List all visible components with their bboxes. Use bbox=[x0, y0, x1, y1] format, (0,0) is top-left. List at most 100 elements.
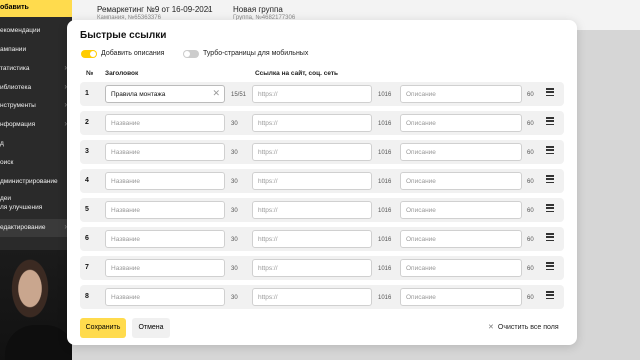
sitelink-row: 8 Название 30 https:// 1016 Описание 60 bbox=[80, 285, 564, 309]
save-button[interactable]: Сохранить bbox=[80, 318, 126, 338]
cancel-button[interactable]: Отмена bbox=[132, 318, 170, 338]
drag-handle-icon[interactable] bbox=[546, 117, 554, 126]
drag-handle-icon[interactable] bbox=[546, 204, 554, 213]
sitelink-url-input[interactable]: https:// bbox=[252, 143, 372, 161]
descriptions-toggle[interactable] bbox=[81, 50, 97, 58]
drag-handle-icon[interactable] bbox=[546, 262, 554, 271]
breadcrumb-group[interactable]: Новая группа bbox=[233, 5, 283, 14]
drag-handle-icon[interactable] bbox=[546, 291, 554, 300]
sitelink-description-input[interactable]: Описание bbox=[400, 172, 522, 190]
sidebar-item-label: оиск bbox=[0, 159, 14, 166]
sitelink-description-input[interactable]: Описание bbox=[400, 259, 522, 277]
sitelink-title-input[interactable]: Название bbox=[105, 143, 225, 161]
description-placeholder: Описание bbox=[406, 265, 436, 272]
clear-all-label: Очистить все поля bbox=[497, 324, 559, 331]
description-char-counter: 60 bbox=[527, 208, 534, 214]
sitelink-description-input[interactable]: Описание bbox=[400, 201, 522, 219]
sitelink-row: 2 Название 30 https:// 1016 Описание 60 bbox=[80, 111, 564, 135]
title-char-counter: 30 bbox=[231, 295, 238, 301]
description-placeholder: Описание bbox=[406, 207, 436, 214]
close-icon: ✕ bbox=[488, 324, 494, 331]
sidebar-item[interactable]: д bbox=[0, 135, 72, 153]
drag-handle-icon[interactable] bbox=[546, 146, 554, 155]
sidebar-item-label: деи ля улучшения bbox=[0, 195, 43, 211]
title-value: Правила монтажа bbox=[111, 91, 166, 98]
sidebar-item[interactable]: едактирование › bbox=[0, 219, 72, 237]
title-char-counter: 30 bbox=[231, 237, 238, 243]
url-placeholder: https:// bbox=[258, 207, 278, 214]
sidebar-item[interactable]: нструменты › bbox=[0, 97, 72, 115]
sitelink-url-input[interactable]: https:// bbox=[252, 259, 372, 277]
clear-icon[interactable]: ✕ bbox=[212, 88, 220, 99]
description-placeholder: Описание bbox=[406, 178, 436, 185]
sitelink-url-input[interactable]: https:// bbox=[252, 114, 372, 132]
sitelink-title-input[interactable]: Название bbox=[105, 259, 225, 277]
url-char-counter: 1016 bbox=[378, 266, 392, 272]
sidebar-item[interactable]: ампании bbox=[0, 41, 72, 59]
title-value: Название bbox=[111, 236, 141, 243]
drag-handle-icon[interactable] bbox=[546, 233, 554, 242]
row-number: 6 bbox=[85, 235, 89, 242]
sidebar-item[interactable]: иблиотека › bbox=[0, 79, 72, 97]
sitelink-url-input[interactable]: https:// bbox=[252, 172, 372, 190]
title-char-counter: 15/51 bbox=[231, 92, 247, 98]
url-placeholder: https:// bbox=[258, 265, 278, 272]
sitelink-row: 3 Название 30 https:// 1016 Описание 60 bbox=[80, 140, 564, 164]
sidebar-item-label: татистика bbox=[0, 65, 30, 72]
sitelink-title-input[interactable]: Название bbox=[105, 114, 225, 132]
sitelink-title-input[interactable]: Правила монтажа ✕ bbox=[105, 85, 225, 103]
sitelink-url-input[interactable]: https:// bbox=[252, 201, 372, 219]
description-placeholder: Описание bbox=[406, 236, 436, 243]
url-char-counter: 1016 bbox=[378, 92, 392, 98]
add-button[interactable]: обавить bbox=[0, 0, 72, 17]
column-header-title: Заголовок bbox=[105, 70, 139, 77]
title-value: Название bbox=[111, 294, 141, 301]
sitelink-url-input[interactable]: https:// bbox=[252, 230, 372, 248]
sidebar-item-label: иблиотека bbox=[0, 84, 32, 91]
sidebar-item-label: едактирование bbox=[0, 224, 46, 231]
sitelink-url-input[interactable]: https:// bbox=[252, 288, 372, 306]
url-placeholder: https:// bbox=[258, 149, 278, 156]
row-number: 4 bbox=[85, 177, 89, 184]
description-char-counter: 60 bbox=[527, 179, 534, 185]
sitelink-description-input[interactable]: Описание bbox=[400, 288, 522, 306]
sidebar-item[interactable]: екомендации bbox=[0, 22, 72, 40]
sitelink-description-input[interactable]: Описание bbox=[400, 114, 522, 132]
url-placeholder: https:// bbox=[258, 120, 278, 127]
sitelink-title-input[interactable]: Название bbox=[105, 172, 225, 190]
description-placeholder: Описание bbox=[406, 91, 436, 98]
description-char-counter: 60 bbox=[527, 266, 534, 272]
clear-all-button[interactable]: ✕ Очистить все поля bbox=[488, 323, 559, 331]
sitelink-description-input[interactable]: Описание bbox=[400, 230, 522, 248]
description-placeholder: Описание bbox=[406, 120, 436, 127]
turbo-toggle-label: Турбо-страницы для мобильных bbox=[203, 50, 309, 57]
url-placeholder: https:// bbox=[258, 91, 278, 98]
title-char-counter: 30 bbox=[231, 208, 238, 214]
descriptions-toggle-label: Добавить описания bbox=[101, 50, 165, 57]
sidebar-item[interactable]: оиск bbox=[0, 154, 72, 172]
row-number: 5 bbox=[85, 206, 89, 213]
row-number: 1 bbox=[85, 90, 89, 97]
sitelink-description-input[interactable]: Описание bbox=[400, 85, 522, 103]
sidebar-item-label: екомендации bbox=[0, 27, 41, 34]
breadcrumb-campaign[interactable]: Ремаркетинг №9 от 16-09-2021 bbox=[97, 5, 213, 14]
drag-handle-icon[interactable] bbox=[546, 175, 554, 184]
sidebar-item[interactable]: дминистрирование bbox=[0, 173, 72, 191]
drag-handle-icon[interactable] bbox=[546, 88, 554, 97]
url-char-counter: 1016 bbox=[378, 150, 392, 156]
column-header-url: Ссылка на сайт, соц. сеть bbox=[255, 70, 339, 77]
sitelink-title-input[interactable]: Название bbox=[105, 230, 225, 248]
sitelink-title-input[interactable]: Название bbox=[105, 201, 225, 219]
sitelink-url-input[interactable]: https:// bbox=[252, 85, 372, 103]
sitelink-row: 4 Название 30 https:// 1016 Описание 60 bbox=[80, 169, 564, 193]
sidebar-item[interactable]: деи ля улучшения bbox=[0, 192, 72, 218]
sitelink-description-input[interactable]: Описание bbox=[400, 143, 522, 161]
chevron-right-icon: › bbox=[207, 4, 210, 14]
sidebar-item[interactable]: нформация › bbox=[0, 116, 72, 134]
row-number: 7 bbox=[85, 264, 89, 271]
url-char-counter: 1016 bbox=[378, 121, 392, 127]
sitelinks-modal: Быстрые ссылки Добавить описания Турбо-с… bbox=[67, 20, 577, 345]
sidebar-item[interactable]: татистика › bbox=[0, 60, 72, 78]
sitelink-title-input[interactable]: Название bbox=[105, 288, 225, 306]
turbo-toggle[interactable] bbox=[183, 50, 199, 58]
